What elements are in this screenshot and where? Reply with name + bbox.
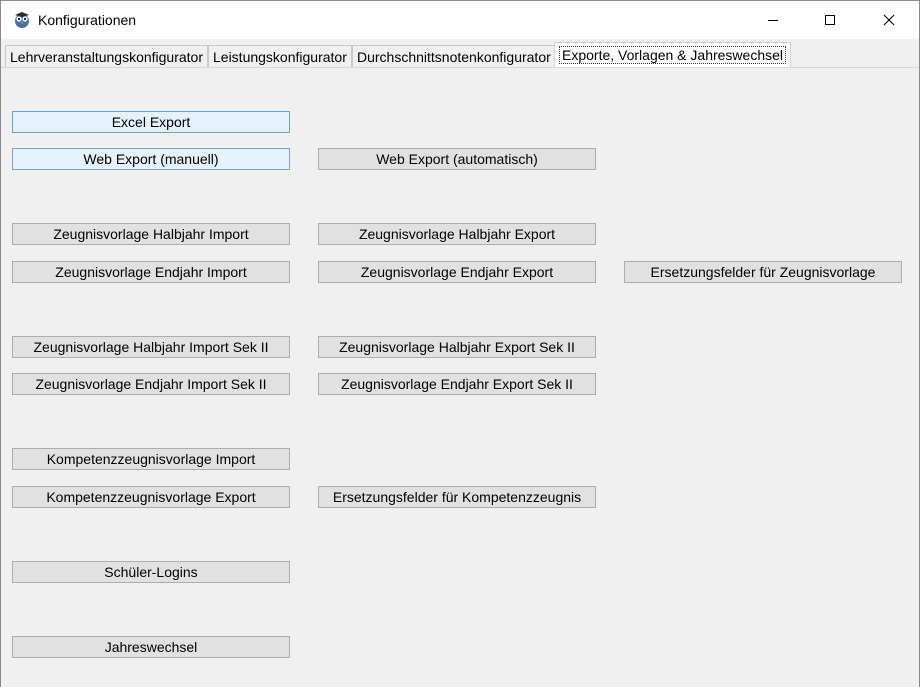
- web-export-manual-button[interactable]: Web Export (manuell): [12, 148, 290, 170]
- title-bar[interactable]: Konfigurationen: [1, 1, 919, 39]
- tab-exporte-vorlagen-jahreswechsel[interactable]: Exporte, Vorlagen & Jahreswechsel: [554, 42, 792, 68]
- zeugnisvorlage-endjahr-import-sek2-button[interactable]: Zeugnisvorlage Endjahr Import Sek II: [12, 373, 290, 395]
- tab-label: Exporte, Vorlagen & Jahreswechsel: [559, 46, 787, 64]
- maximize-button[interactable]: [807, 1, 853, 39]
- schueler-logins-button[interactable]: Schüler-Logins: [12, 561, 290, 583]
- tab-label: Durchschnittsnotenkonfigurator: [357, 49, 551, 65]
- jahreswechsel-button[interactable]: Jahreswechsel: [12, 636, 290, 658]
- tab-label: Leistungskonfigurator: [213, 49, 347, 65]
- ersetzungsfelder-zeugnisvorlage-button[interactable]: Ersetzungsfelder für Zeugnisvorlage: [624, 261, 902, 283]
- web-export-auto-button[interactable]: Web Export (automatisch): [318, 148, 596, 170]
- kompetenzzeugnisvorlage-export-button[interactable]: Kompetenzzeugnisvorlage Export: [12, 486, 290, 508]
- close-icon: [883, 14, 895, 26]
- maximize-icon: [825, 15, 835, 25]
- close-button[interactable]: [866, 1, 912, 39]
- tab-panel-exporte: Excel Export Web Export (manuell) Web Ex…: [1, 67, 919, 687]
- zeugnisvorlage-endjahr-import-button[interactable]: Zeugnisvorlage Endjahr Import: [12, 261, 290, 283]
- owl-app-icon: [15, 12, 29, 28]
- zeugnisvorlage-endjahr-export-button[interactable]: Zeugnisvorlage Endjahr Export: [318, 261, 596, 283]
- konfigurationen-window: Konfigurationen Lehrveranstaltungskonfig…: [0, 0, 920, 687]
- kompetenzzeugnisvorlage-import-button[interactable]: Kompetenzzeugnisvorlage Import: [12, 448, 290, 470]
- minimize-icon: [768, 20, 778, 21]
- tab-label: Lehrveranstaltungskonfigurator: [10, 49, 204, 65]
- zeugnisvorlage-halbjahr-import-button[interactable]: Zeugnisvorlage Halbjahr Import: [12, 223, 290, 245]
- excel-export-button[interactable]: Excel Export: [12, 111, 290, 133]
- ersetzungsfelder-kompetenzzeugnis-button[interactable]: Ersetzungsfelder für Kompetenzzeugnis: [318, 486, 596, 508]
- zeugnisvorlage-halbjahr-export-button[interactable]: Zeugnisvorlage Halbjahr Export: [318, 223, 596, 245]
- tab-durchschnittsnotenkonfigurator[interactable]: Durchschnittsnotenkonfigurator: [352, 45, 556, 67]
- minimize-button[interactable]: [750, 1, 796, 39]
- zeugnisvorlage-endjahr-export-sek2-button[interactable]: Zeugnisvorlage Endjahr Export Sek II: [318, 373, 596, 395]
- zeugnisvorlage-halbjahr-export-sek2-button[interactable]: Zeugnisvorlage Halbjahr Export Sek II: [318, 336, 596, 358]
- tab-leistungskonfigurator[interactable]: Leistungskonfigurator: [208, 45, 352, 67]
- tab-strip: Lehrveranstaltungskonfigurator Leistungs…: [1, 42, 919, 68]
- tab-lehrveranstaltungskonfigurator[interactable]: Lehrveranstaltungskonfigurator: [5, 45, 209, 67]
- window-title: Konfigurationen: [38, 12, 137, 28]
- zeugnisvorlage-halbjahr-import-sek2-button[interactable]: Zeugnisvorlage Halbjahr Import Sek II: [12, 336, 290, 358]
